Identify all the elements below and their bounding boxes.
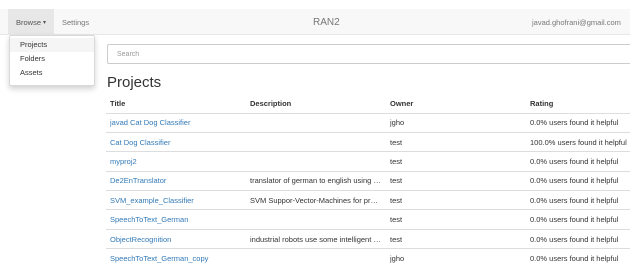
table-row: ObjectRecognition industrial robots use s…	[106, 228, 630, 249]
table-row: myproj2 test 0.0% users found it helpful	[106, 151, 630, 172]
project-title-cell: Cat Dog Classifier	[106, 131, 246, 152]
project-rating-cell: 0.0% users found it helpful	[526, 228, 630, 249]
project-description-cell: translator of german to english using …	[246, 170, 386, 191]
project-title-cell: SpeechToText_German_copy	[106, 248, 246, 267]
table-row: SVM_example_Classifier SVM Suppor-Vector-…	[106, 190, 630, 210]
project-rating-cell: 0.0% users found it helpful	[526, 112, 630, 133]
project-title-link[interactable]: SVM_example_Classifier	[110, 196, 194, 205]
project-owner-cell: jgho	[386, 112, 526, 133]
project-description-cell	[246, 151, 386, 172]
project-owner-cell: test	[386, 190, 526, 210]
project-description-cell	[246, 209, 386, 230]
project-owner-cell: test	[386, 228, 526, 249]
settings-link[interactable]: Settings	[62, 9, 89, 35]
column-header-owner[interactable]: Owner	[386, 95, 526, 114]
project-rating-cell: 0.0% users found it helpful	[526, 151, 630, 172]
browse-label: Browse	[16, 17, 42, 27]
project-title-cell: De2EnTranslator	[106, 170, 246, 191]
project-owner-cell: test	[386, 151, 526, 172]
project-description-cell: industrial robots use some intelligent …	[246, 228, 386, 249]
project-rating-cell: 0.0% users found it helpful	[526, 190, 630, 210]
table-row: SpeechToText_German test 0.0% users found …	[106, 209, 630, 230]
page-title: Projects	[107, 74, 162, 91]
column-header-rating[interactable]: Rating	[526, 95, 630, 114]
dropdown-item-folders[interactable]: Folders	[10, 52, 94, 66]
project-title-cell: ObjectRecognition	[106, 228, 246, 249]
project-title-link[interactable]: Cat Dog Classifier	[110, 138, 170, 147]
project-description-cell	[246, 248, 386, 267]
table-row: De2EnTranslator translator of german to e…	[106, 170, 630, 191]
project-title-cell: myproj2	[106, 151, 246, 172]
project-title-cell: javad Cat Dog Classifier	[106, 112, 246, 133]
project-rating-cell: 0.0% users found it helpful	[526, 170, 630, 191]
project-title-link[interactable]: ObjectRecognition	[110, 235, 171, 244]
project-rating-cell: 100.0% users found it helpful	[526, 131, 630, 152]
column-header-title[interactable]: Title	[106, 95, 246, 114]
browse-dropdown-menu: Projects Folders Assets	[9, 35, 95, 86]
project-title-link[interactable]: SpeechToText_German_copy	[110, 254, 208, 263]
table-row: javad Cat Dog Classifier jgho 0.0% users f…	[106, 112, 630, 133]
project-owner-cell: test	[386, 209, 526, 230]
table-row: SpeechToText_German_copy jgho 0.0% users f…	[106, 248, 630, 267]
dropdown-item-projects[interactable]: Projects	[10, 38, 94, 52]
caret-down-icon: ▾	[43, 19, 47, 26]
user-email-link[interactable]: javad.ghofrani@gmail.com	[532, 9, 621, 35]
project-title-cell: SVM_example_Classifier	[106, 190, 246, 210]
table-header-row: Title Description Owner Rating	[106, 95, 630, 114]
project-title-link[interactable]: myproj2	[110, 157, 137, 166]
project-owner-cell: test	[386, 131, 526, 152]
project-owner-cell: jgho	[386, 248, 526, 267]
project-description-cell	[246, 112, 386, 133]
project-rating-cell: 0.0% users found it helpful	[526, 248, 630, 267]
project-title-cell: SpeechToText_German	[106, 209, 246, 230]
browse-dropdown-toggle[interactable]: Browse ▾	[8, 9, 55, 35]
project-title-link[interactable]: javad Cat Dog Classifier	[110, 118, 190, 127]
projects-table: Title Description Owner Rating javad Cat…	[106, 95, 630, 267]
search-input[interactable]	[107, 44, 630, 64]
project-title-link[interactable]: De2EnTranslator	[110, 176, 166, 185]
project-description-cell	[246, 131, 386, 152]
project-owner-cell: test	[386, 170, 526, 191]
project-rating-cell: 0.0% users found it helpful	[526, 209, 630, 230]
table-row: Cat Dog Classifier test 100.0% users found…	[106, 131, 630, 152]
app-brand[interactable]: RAN2	[313, 9, 340, 35]
top-navbar: Browse ▾ Settings RAN2 javad.ghofrani@gm…	[0, 9, 630, 35]
dropdown-item-assets[interactable]: Assets	[10, 66, 94, 80]
project-description-cell: SVM Suppor-Vector-Machines for pre…	[246, 190, 386, 210]
project-title-link[interactable]: SpeechToText_German	[110, 215, 188, 224]
column-header-description[interactable]: Description	[246, 95, 386, 114]
